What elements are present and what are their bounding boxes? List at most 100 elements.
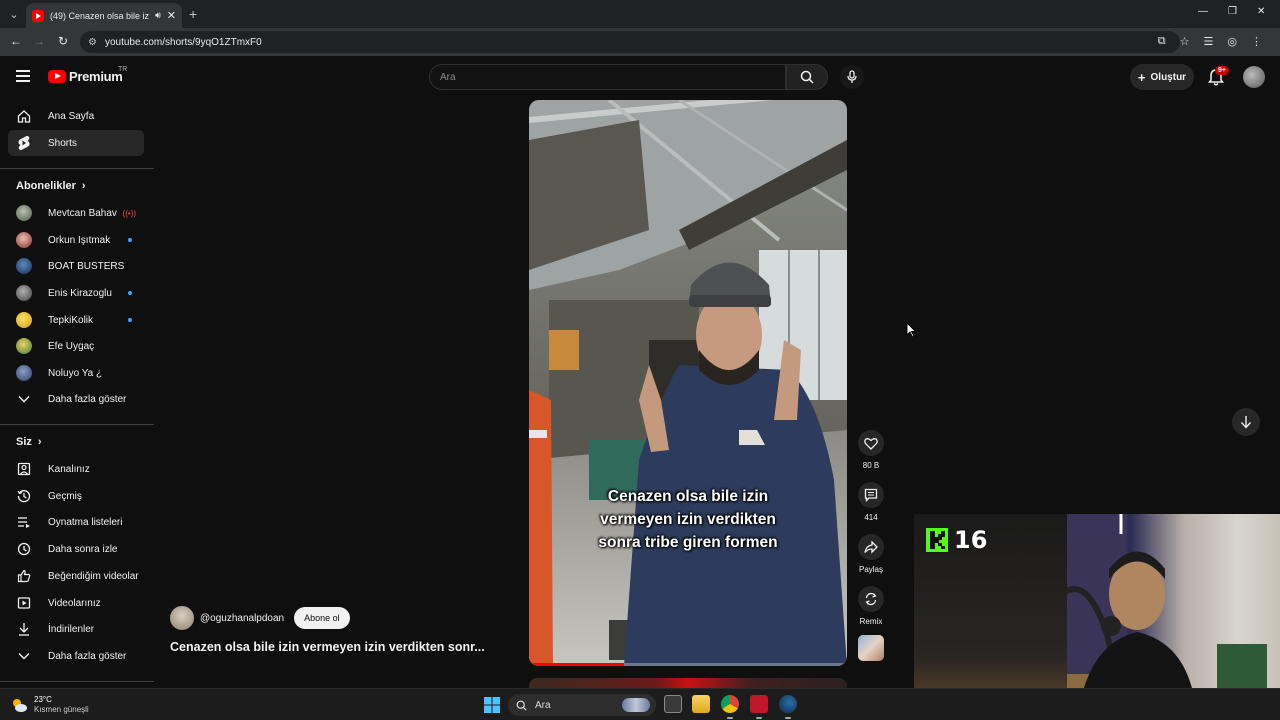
sidebar-label: Shorts <box>48 137 77 149</box>
channel-avatar <box>16 232 32 248</box>
subscriptions-show-more[interactable]: Daha fazla göster <box>8 386 144 412</box>
browser-menu-icon[interactable]: ⋮ <box>1251 35 1262 48</box>
temperature: 23°C <box>34 695 52 704</box>
subscription-item[interactable]: Mevtcan Bahav ((•)) <box>8 200 144 226</box>
sound-thumbnail[interactable] <box>858 635 884 661</box>
task-view-icon[interactable] <box>664 695 682 713</box>
subscribe-button[interactable]: Abone ol <box>294 607 350 629</box>
comment-icon <box>864 488 878 502</box>
taskbar-search[interactable]: Ara <box>508 694 656 716</box>
sidebar-item-playlists[interactable]: Oynatma listeleri <box>8 509 144 535</box>
sidebar-divider <box>0 681 154 682</box>
sidebar-label: Daha sonra izle <box>48 543 118 555</box>
you-section-title[interactable]: Siz › <box>16 436 42 448</box>
subscription-label: Enis Kirazoglu <box>48 287 112 299</box>
reload-icon[interactable]: ↻ <box>55 34 71 48</box>
account-avatar[interactable] <box>1243 66 1265 88</box>
file-explorer-icon[interactable] <box>692 695 710 713</box>
url-text[interactable]: youtube.com/shorts/9yqO1ZTmxF0 <box>105 37 262 48</box>
weather-description: Kısmen güneşli <box>34 705 89 714</box>
subscription-label: Efe Uygaç <box>48 340 95 352</box>
hamburger-menu-icon[interactable] <box>16 70 30 82</box>
plus-icon: + <box>1137 69 1146 85</box>
subscription-item[interactable]: Enis Kirazoglu <box>8 280 144 306</box>
sidebar-item-watch-later[interactable]: Daha sonra izle <box>8 536 144 562</box>
video-frame <box>529 100 847 666</box>
like-count: 80 B <box>862 461 880 470</box>
home-icon <box>16 108 32 124</box>
maximize-icon[interactable]: ❐ <box>1228 6 1237 17</box>
like-button[interactable] <box>858 430 884 456</box>
sidebar-item-your-channel[interactable]: Kanalınız <box>8 456 144 482</box>
voice-search-button[interactable] <box>840 65 864 89</box>
chrome-icon[interactable] <box>721 695 739 713</box>
back-icon[interactable]: ← <box>8 34 24 48</box>
share-action[interactable]: Paylaş <box>858 534 884 574</box>
remix-button[interactable] <box>858 586 884 612</box>
youtube-premium-logo[interactable]: Premium <box>48 69 123 84</box>
new-tab-icon[interactable]: + <box>189 6 197 22</box>
windows-start-icon[interactable] <box>484 697 500 713</box>
tab-close-icon[interactable]: ✕ <box>167 9 176 22</box>
tab-search-icon[interactable]: ☰ <box>1204 35 1214 48</box>
you-show-more[interactable]: Daha fazla göster <box>8 643 144 669</box>
like-icon <box>16 568 32 584</box>
share-button[interactable] <box>858 534 884 560</box>
sidebar-item-liked-videos[interactable]: Beğendiğim videolar <box>8 563 144 589</box>
youtube-favicon-icon <box>32 9 44 22</box>
search-box[interactable] <box>429 64 786 90</box>
short-title[interactable]: Cenazen olsa bile izin vermeyen izin ver… <box>170 640 485 654</box>
sidebar-label: Beğendiğim videolar <box>48 570 139 582</box>
sidebar-item-downloads[interactable]: İndirilenler <box>8 616 144 642</box>
tab-search-chevron-icon[interactable]: ⌄ <box>6 6 22 22</box>
search-input[interactable] <box>440 71 770 83</box>
video-progress-bar[interactable] <box>529 663 847 666</box>
forward-icon[interactable]: → <box>31 34 47 48</box>
logo-text: Premium <box>69 69 123 84</box>
search-button[interactable] <box>786 64 828 90</box>
address-bar-row: ← → ↻ ⚙︎ youtube.com/shorts/9yqO1ZTmxF0 … <box>0 28 1280 56</box>
create-button[interactable]: + Oluştur <box>1130 64 1194 90</box>
subscriptions-section-title[interactable]: Abonelikler › <box>16 180 86 192</box>
install-app-icon[interactable]: ⧉ <box>1158 35 1166 48</box>
subscription-item[interactable]: Orkun Işıtmak <box>8 227 144 253</box>
browser-tab[interactable]: (49) Cenazen olsa bile izin v 🔊︎ ✕ <box>26 3 182 28</box>
site-info-icon[interactable]: ⚙︎ <box>88 37 97 48</box>
shorts-video-player[interactable]: Cenazen olsa bile izin vermeyen izin ver… <box>529 100 847 666</box>
subscription-item[interactable]: Noluyo Ya ¿ <box>8 360 144 386</box>
viewer-count: 16 <box>954 526 988 554</box>
channel-name[interactable]: @oguzhanalpdoan <box>200 613 284 624</box>
sidebar-label: Ana Sayfa <box>48 110 95 122</box>
section-title-text: Siz <box>16 436 32 448</box>
like-action[interactable]: 80 B <box>858 430 884 470</box>
sidebar-item-home[interactable]: Ana Sayfa <box>8 103 144 129</box>
remix-action[interactable]: Remix <box>858 586 884 626</box>
sidebar-item-history[interactable]: Geçmiş <box>8 483 144 509</box>
minimize-icon[interactable]: — <box>1198 6 1208 17</box>
bookmark-star-icon[interactable]: ☆ <box>1180 35 1190 48</box>
search-icon <box>516 700 527 711</box>
steam-icon[interactable] <box>779 695 797 713</box>
sidebar-item-your-videos[interactable]: Videolarınız <box>8 590 144 616</box>
profile-icon[interactable]: ◎ <box>1227 35 1237 48</box>
comment-count: 414 <box>864 513 878 522</box>
audio-playing-icon[interactable]: 🔊︎ <box>155 10 161 21</box>
channel-avatar <box>16 258 32 274</box>
channel-avatar[interactable] <box>170 606 194 630</box>
comment-button[interactable] <box>858 482 884 508</box>
subscription-item[interactable]: BOAT BUSTERS <box>8 253 144 279</box>
window-close-icon[interactable]: ✕ <box>1257 6 1265 17</box>
partly-sunny-icon <box>13 699 27 712</box>
search-icon <box>800 70 814 84</box>
search-highlight-icon <box>622 698 650 712</box>
sidebar-item-shorts[interactable]: Shorts <box>8 130 144 156</box>
subscription-item[interactable]: Efe Uygaç <box>8 333 144 359</box>
comment-action[interactable]: 414 <box>858 482 884 522</box>
stream-app-icon[interactable] <box>750 695 768 713</box>
tab-title: (49) Cenazen olsa bile izin v <box>50 10 150 21</box>
weather-widget[interactable]: 23°C Kısmen güneşli <box>10 695 89 715</box>
subscription-item[interactable]: TepkiKolik <box>8 307 144 333</box>
omnibox[interactable]: ⚙︎ youtube.com/shorts/9yqO1ZTmxF0 ⧉ ☆ ☰ … <box>80 31 1262 53</box>
channel-avatar <box>16 205 32 221</box>
next-short-button[interactable] <box>1232 408 1260 436</box>
